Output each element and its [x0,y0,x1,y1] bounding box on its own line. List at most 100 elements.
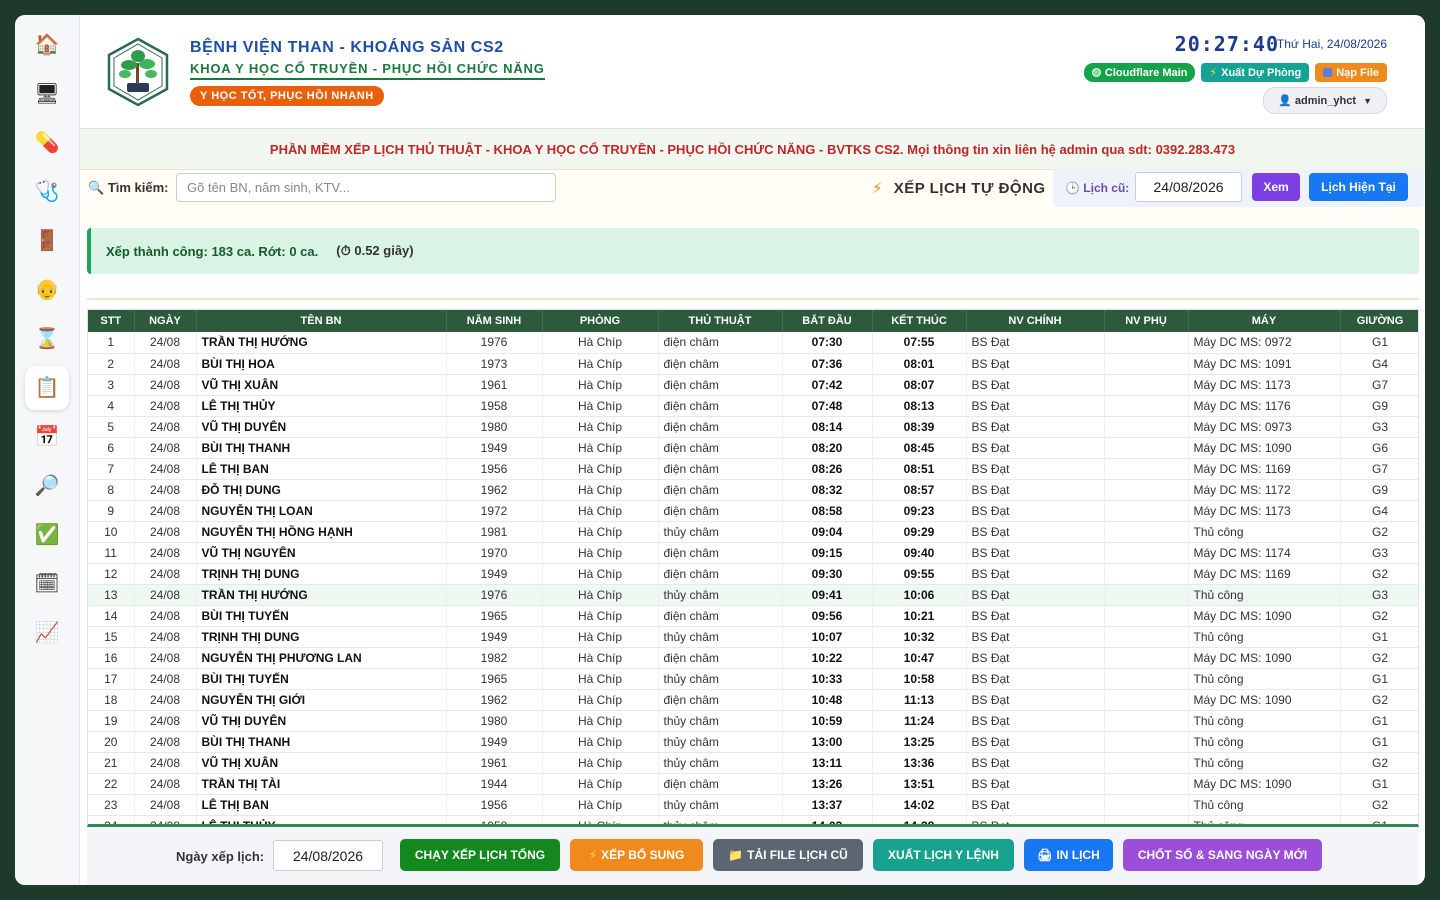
table-cell [1104,584,1189,606]
table-row[interactable]: 18 24/08 NGUYỄN THỊ GIỚI 1962 Hà Chíp điện ch… [88,689,1418,711]
old-schedule-date-input[interactable] [1135,172,1242,202]
table-row[interactable]: 9 24/08 NGUYỄN THỊ LOAN 1972 Hà Chíp điện châ… [88,500,1418,522]
table-cell: 24/08 [134,437,197,459]
table-cell: BS Đạt [966,458,1105,480]
table-cell: G4 [1340,500,1418,522]
add-schedule-button[interactable]: ⚡ XẾP BỔ SUNG [570,839,703,871]
column-header[interactable]: NV CHÍNH [966,310,1105,332]
table-cell [1104,794,1189,816]
search-input[interactable] [176,173,556,202]
close-day-button[interactable]: CHỐT SỐ & SANG NGÀY MỚI [1123,839,1322,871]
table-row[interactable]: 24 24/08 LÊ THỊ THỦY 1958 Hà Chíp thủy châm 14… [88,815,1418,824]
table-cell [1104,479,1189,501]
sidebar-item-calendar-grid[interactable]: 🗓 [25,562,69,606]
sidebar-item-calendar[interactable]: 📅 [25,415,69,459]
magnifier-icon: 🔎 [34,475,60,497]
print-schedule-button[interactable]: 🖨 IN LỊCH [1024,839,1113,871]
table-row[interactable]: 11 24/08 VŨ THỊ NGUYÊN 1970 Hà Chíp điện châm… [88,542,1418,564]
table-cell: 24/08 [134,689,197,711]
sidebar-item-checkbox[interactable]: ✅ [25,513,69,557]
sidebar-item-stethoscope[interactable]: 🩺 [25,170,69,214]
table-cell: G2 [1340,752,1418,774]
table-row[interactable]: 14 24/08 BÙI THỊ TUYẾN 1965 Hà Chíp điện châm… [88,605,1418,627]
table-cell: điện châm [658,542,783,564]
sidebar-item-magnifier[interactable]: 🔎 [25,464,69,508]
table-cell: 24/08 [134,479,197,501]
load-old-file-button[interactable]: 📁 TẢI FILE LỊCH CŨ [713,839,863,871]
table-cell: 09:55 [872,563,967,585]
sidebar-item-chart-up[interactable]: 📈 [25,611,69,655]
table-row[interactable]: 22 24/08 TRẦN THỊ TÀI 1944 Hà Chíp điện châm 1… [88,773,1418,795]
table-cell: 10:59 [782,710,873,732]
table-row[interactable]: 21 24/08 VŨ THỊ XUÂN 1961 Hà Chíp thủy châm 13… [88,752,1418,774]
search-label-text: Tìm kiếm: [107,180,169,195]
table-row[interactable]: 1 24/08 TRẦN THỊ HƯỚNG 1976 Hà Chíp điện châm… [88,332,1418,354]
table-row[interactable]: 2 24/08 BÙI THỊ HOA 1973 Hà Chíp điện châm 07:… [88,353,1418,375]
table-cell: Hà Chíp [542,395,659,417]
table-cell: 24/08 [134,710,197,732]
table-row[interactable]: 20 24/08 BÙI THỊ THANH 1949 Hà Chíp thủy châm… [88,731,1418,753]
cloudflare-main-button[interactable]: Cloudflare Main [1083,63,1196,82]
table-cell: 13:37 [782,794,873,816]
column-header[interactable]: GIƯỜNG [1340,310,1418,332]
old-schedule-label-text: Lịch cũ: [1083,181,1130,195]
table-cell [1104,668,1189,690]
table-row[interactable]: 16 24/08 NGUYỄN THỊ PHƯƠNG LAN 1982 Hà Chíp đ… [88,647,1418,669]
department-name: KHOA Y HỌC CỔ TRUYỀN - PHỤC HỒI CHỨC NĂN… [190,61,545,80]
table-row[interactable]: 8 24/08 ĐỖ THỊ DUNG 1962 Hà Chíp điện châm 08:… [88,479,1418,501]
column-header[interactable]: THỦ THUẬT [658,310,783,332]
schedule-table-container[interactable]: STT NGÀY TÊN BN NĂM SINH PHÒNG THỦ THUẬT BẮT Đ… [87,309,1419,827]
column-header[interactable]: BẮT ĐẦU [782,310,873,332]
sidebar-item-pill[interactable]: 💊 [25,121,69,165]
current-schedule-button[interactable]: Lịch Hiện Tại [1309,173,1408,201]
run-schedule-button[interactable]: CHẠY XẾP LỊCH TỔNG [400,839,560,871]
table-cell: 24/08 [134,668,197,690]
sidebar-item-hourglass[interactable]: ⌛ [25,317,69,361]
user-menu[interactable]: 👤 admin_yhct ▼ [1263,87,1387,114]
table-row[interactable]: 19 24/08 VŨ THỊ DUYÊN 1980 Hà Chíp thủy châm 1… [88,710,1418,732]
column-header[interactable]: NV PHỤ [1104,310,1189,332]
column-header[interactable]: STT [88,310,135,332]
add-schedule-label: XẾP BỔ SUNG [601,848,685,862]
schedule-date-input[interactable] [273,840,383,871]
sidebar-item-clipboard[interactable]: 📋 [25,366,69,410]
table-row[interactable]: 7 24/08 LÊ THỊ BAN 1956 Hà Chíp điện châm 08:2… [88,458,1418,480]
export-order-button[interactable]: XUẤT LỊCH Y LỆNH [873,839,1014,871]
table-cell: Máy DC MS: 1176 [1188,395,1341,417]
sidebar-item-person[interactable]: 👴 [25,268,69,312]
table-cell: BÙI THỊ HOA [196,353,447,375]
sidebar-item-monitor[interactable]: 🖥 [25,72,69,116]
column-header[interactable]: PHÒNG [542,310,659,332]
column-header[interactable]: NGÀY [134,310,197,332]
table-cell: 24/08 [134,563,197,585]
table-row[interactable]: 5 24/08 VŨ THỊ DUYÊN 1980 Hà Chíp điện châm 08… [88,416,1418,438]
table-cell: điện châm [658,773,783,795]
load-file-button[interactable]: Nạp File [1315,63,1387,82]
table-cell: Hà Chíp [542,794,659,816]
table-row[interactable]: 6 24/08 BÙI THỊ THANH 1949 Hà Chíp điện châm 0… [88,437,1418,459]
column-header[interactable]: KẾT THÚC [872,310,967,332]
table-row[interactable]: 17 24/08 BÙI THỊ TUYẾN 1965 Hà Chíp thủy châm… [88,668,1418,690]
sidebar-item-door[interactable]: 🚪 [25,219,69,263]
table-row[interactable]: 15 24/08 TRỊNH THỊ DUNG 1949 Hà Chíp thủy châ… [88,626,1418,648]
column-header[interactable]: TÊN BN [196,310,447,332]
table-cell: G1 [1340,731,1418,753]
calendar-grid-icon: 🗓 [34,573,60,595]
table-row[interactable]: 3 24/08 VŨ THỊ XUÂN 1961 Hà Chíp điện châm 07:… [88,374,1418,396]
table-cell: điện châm [658,374,783,396]
table-cell: 09:56 [782,605,873,627]
table-row[interactable]: 12 24/08 TRỊNH THỊ DUNG 1949 Hà Chíp điện châ… [88,563,1418,585]
table-row[interactable]: 23 24/08 LÊ THỊ BAN 1956 Hà Chíp thủy châm 13:… [88,794,1418,816]
table-row[interactable]: 10 24/08 NGUYỄN THỊ HỒNG HẠNH 1981 Hà Chíp th… [88,521,1418,543]
table-row[interactable]: 13 24/08 TRẦN THỊ HƯỚNG 1976 Hà Chíp thủy châ… [88,584,1418,606]
table-cell: thủy châm [658,752,783,774]
table-cell: LÊ THỊ BAN [196,458,447,480]
column-header[interactable]: NĂM SINH [446,310,543,332]
table-cell [1104,353,1189,375]
sidebar-item-house[interactable]: 🏠 [25,23,69,67]
backup-export-button[interactable]: ⚡ Xuất Dự Phòng [1201,63,1310,82]
view-button[interactable]: Xem [1252,173,1300,201]
table-row[interactable]: 4 24/08 LÊ THỊ THỦY 1958 Hà Chíp điện châm 07:… [88,395,1418,417]
column-header[interactable]: MÁY [1188,310,1341,332]
table-cell [1104,437,1189,459]
